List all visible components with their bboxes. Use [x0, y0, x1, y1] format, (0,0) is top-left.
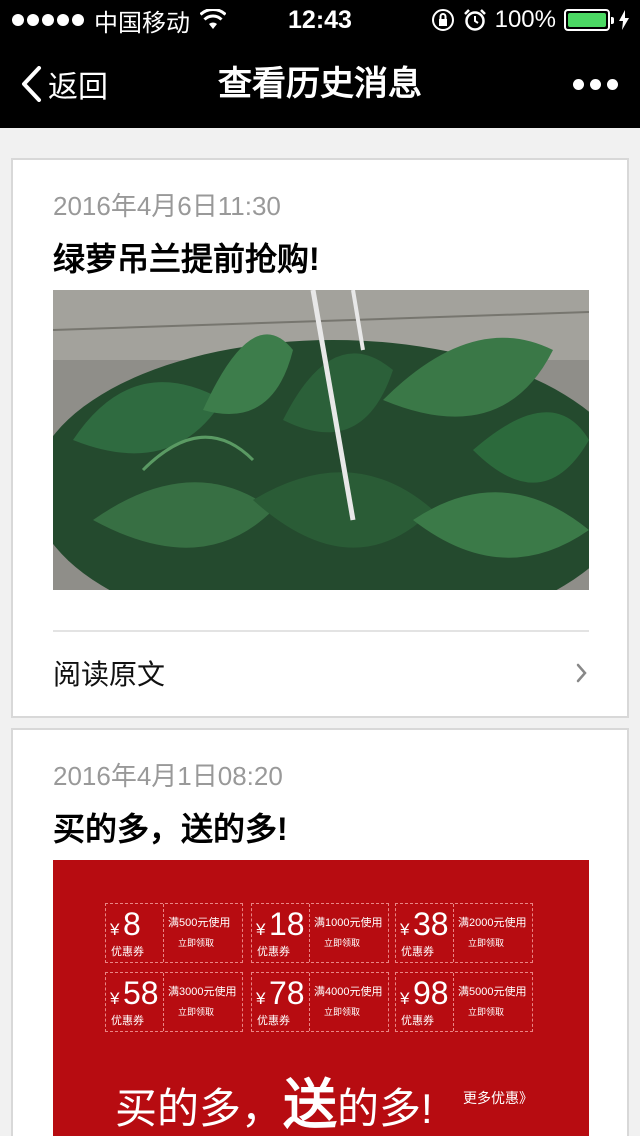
coupon-yen: ¥ — [400, 989, 410, 1008]
coupon-amount: 8 — [123, 906, 141, 942]
coupon-action: 立即领取 — [468, 938, 505, 948]
message-title[interactable]: 绿萝吊兰提前抢购! — [53, 234, 320, 280]
promo-background: ¥ 8 优惠券 满500元使用 立即领取 ¥ 18 优惠券 满1000元使用 立… — [53, 860, 589, 1136]
promo-slogan: 买的多， 送 的多! — [115, 1060, 433, 1136]
coupon-amount: 38 — [413, 906, 449, 942]
more-button[interactable] — [573, 40, 618, 128]
coupon[interactable]: ¥ 8 优惠券 满500元使用 立即领取 — [105, 903, 243, 963]
battery-percentage: 100% — [494, 6, 556, 33]
coupon-yen: ¥ — [110, 920, 120, 939]
coupon-action: 立即领取 — [324, 938, 361, 948]
pothos-plant-image[interactable] — [53, 290, 589, 590]
coupon-condition: 满4000元使用 — [314, 986, 383, 998]
coupon-yen: ¥ — [400, 920, 410, 939]
message-date: 2016年4月1日08:20 — [53, 761, 283, 791]
coupon-amount: 18 — [269, 906, 305, 942]
read-original-link[interactable]: 阅读原文 — [53, 630, 589, 714]
coupon-action: 立即领取 — [324, 1007, 361, 1017]
slogan-part2: 的多! — [337, 1085, 433, 1132]
page-title: 查看历史消息 — [218, 65, 422, 103]
coupon-promo-banner[interactable]: ¥ 8 优惠券 满500元使用 立即领取 ¥ 18 优惠券 满1000元使用 立… — [53, 860, 589, 1136]
coupon-label: 优惠券 — [111, 946, 144, 958]
coupon[interactable]: ¥ 38 优惠券 满2000元使用 立即领取 — [395, 903, 533, 963]
coupon[interactable]: ¥ 98 优惠券 满5000元使用 立即领取 — [395, 972, 533, 1032]
coupon-yen: ¥ — [256, 920, 266, 939]
nav-bar: 返回 查看历史消息 — [0, 40, 640, 128]
slogan-part1: 买的多， — [115, 1085, 284, 1132]
coupon-label: 优惠券 — [401, 1015, 434, 1027]
more-offers-link[interactable]: 更多优惠》 — [463, 1088, 533, 1108]
coupon-label: 优惠券 — [257, 1015, 290, 1027]
coupon[interactable]: ¥ 58 优惠券 满3000元使用 立即领取 — [105, 972, 243, 1032]
message-card: 2016年4月6日11:30 绿萝吊兰提前抢购! 阅读原文 — [11, 158, 629, 718]
battery-icon — [564, 9, 614, 31]
message-history-list[interactable]: 2016年4月6日11:30 绿萝吊兰提前抢购! 阅读原文 2016年4月1日0… — [0, 128, 640, 1136]
charging-bolt-icon — [619, 10, 629, 30]
message-card: 2016年4月1日08:20 买的多，送的多! ¥ 8 优惠券 满500元使用 … — [11, 728, 629, 1136]
coupon-condition: 满2000元使用 — [458, 917, 527, 929]
coupon-yen: ¥ — [256, 989, 266, 1008]
coupon-action: 立即领取 — [178, 1007, 215, 1017]
slogan-highlight: 送 — [283, 1075, 338, 1135]
coupon-condition: 满500元使用 — [168, 917, 231, 929]
coupon-condition: 满5000元使用 — [458, 986, 527, 998]
coupon-amount: 98 — [413, 975, 449, 1011]
coupon-label: 优惠券 — [111, 1015, 144, 1027]
coupon[interactable]: ¥ 18 优惠券 满1000元使用 立即领取 — [251, 903, 389, 963]
message-title[interactable]: 买的多，送的多! — [53, 804, 288, 850]
coupon-label: 优惠券 — [401, 946, 434, 958]
coupon-action: 立即领取 — [468, 1007, 505, 1017]
coupon-condition: 满1000元使用 — [314, 917, 383, 929]
coupon-yen: ¥ — [110, 989, 120, 1008]
coupon-amount: 78 — [269, 975, 305, 1011]
coupon-condition: 满3000元使用 — [168, 986, 237, 998]
coupon[interactable]: ¥ 78 优惠券 满4000元使用 立即领取 — [251, 972, 389, 1032]
rotation-lock-icon — [431, 9, 454, 31]
coupon-label: 优惠券 — [257, 946, 290, 958]
chevron-right-icon — [576, 663, 587, 683]
plant-photo-icon — [53, 290, 589, 590]
more-icon — [573, 78, 584, 90]
status-bar: 中国移动 12:43 100% — [0, 0, 640, 40]
status-right: 100% — [431, 6, 630, 34]
coupon-amount: 58 — [123, 975, 159, 1011]
coupon-action: 立即领取 — [178, 938, 215, 948]
read-original-label: 阅读原文 — [53, 659, 166, 690]
alarm-icon — [463, 9, 486, 31]
message-date: 2016年4月6日11:30 — [53, 191, 281, 221]
